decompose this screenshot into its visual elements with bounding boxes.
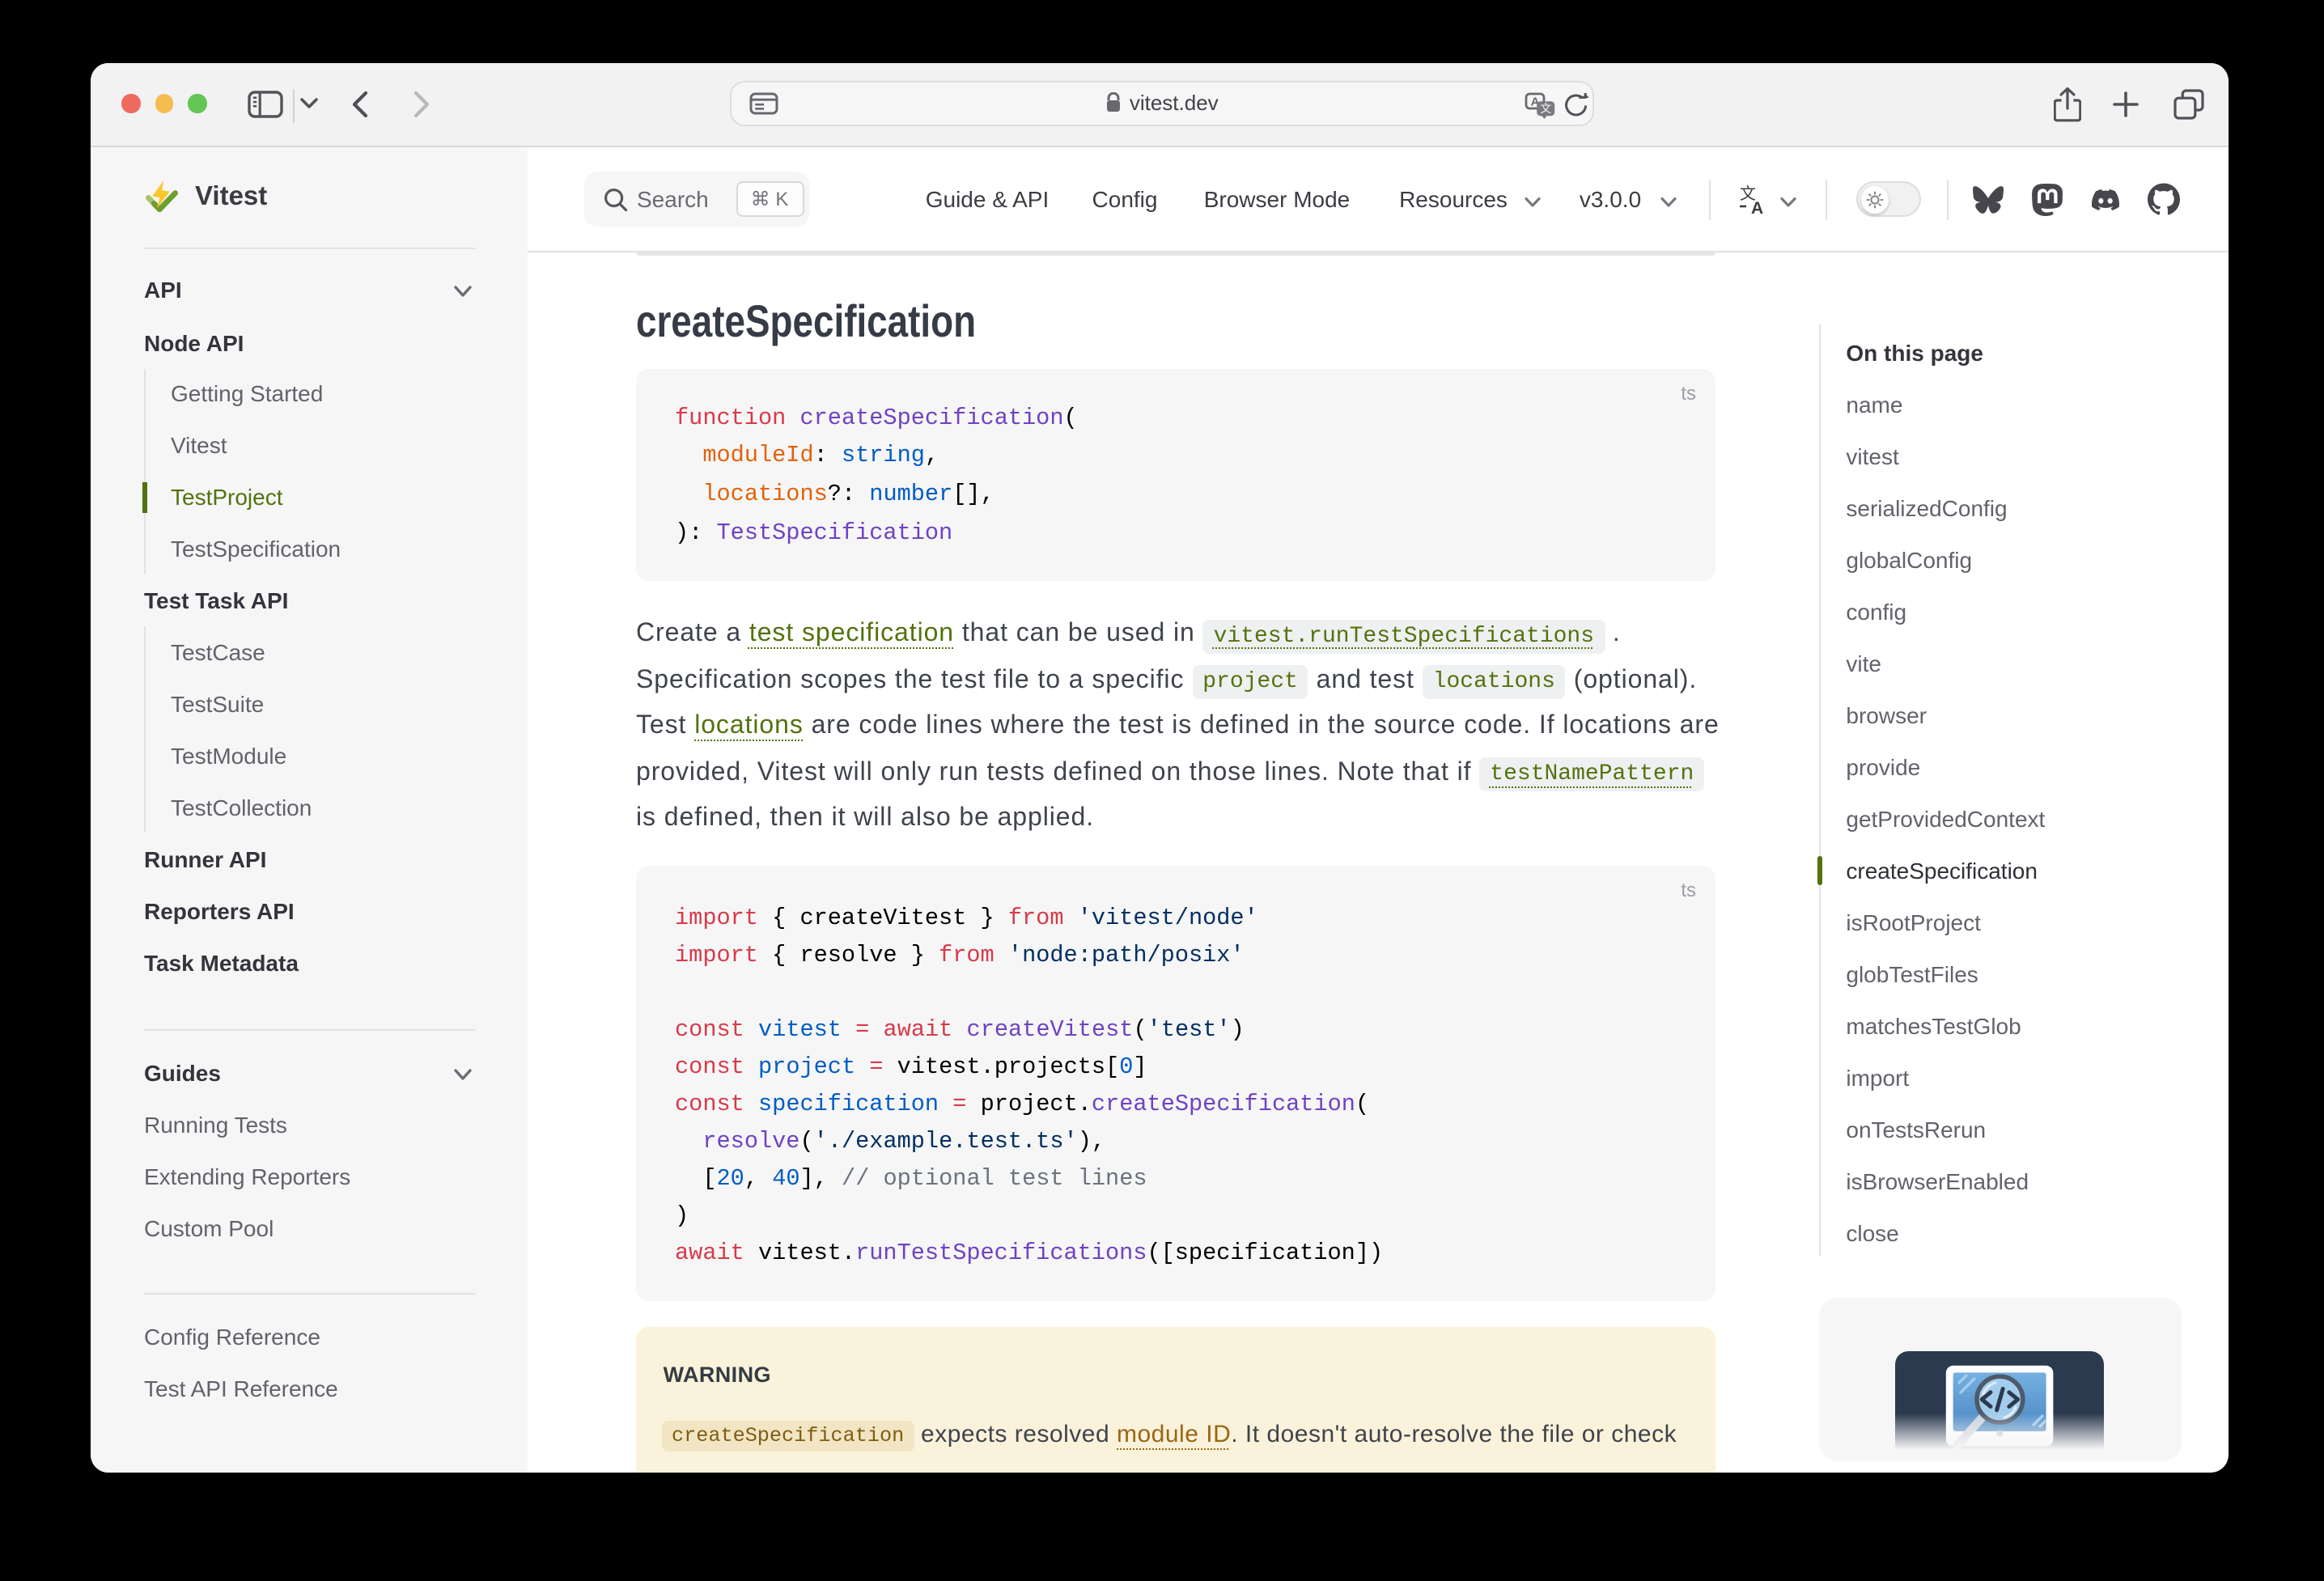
svg-text:A: A xyxy=(1751,198,1763,216)
svg-text:文: 文 xyxy=(1540,102,1551,115)
